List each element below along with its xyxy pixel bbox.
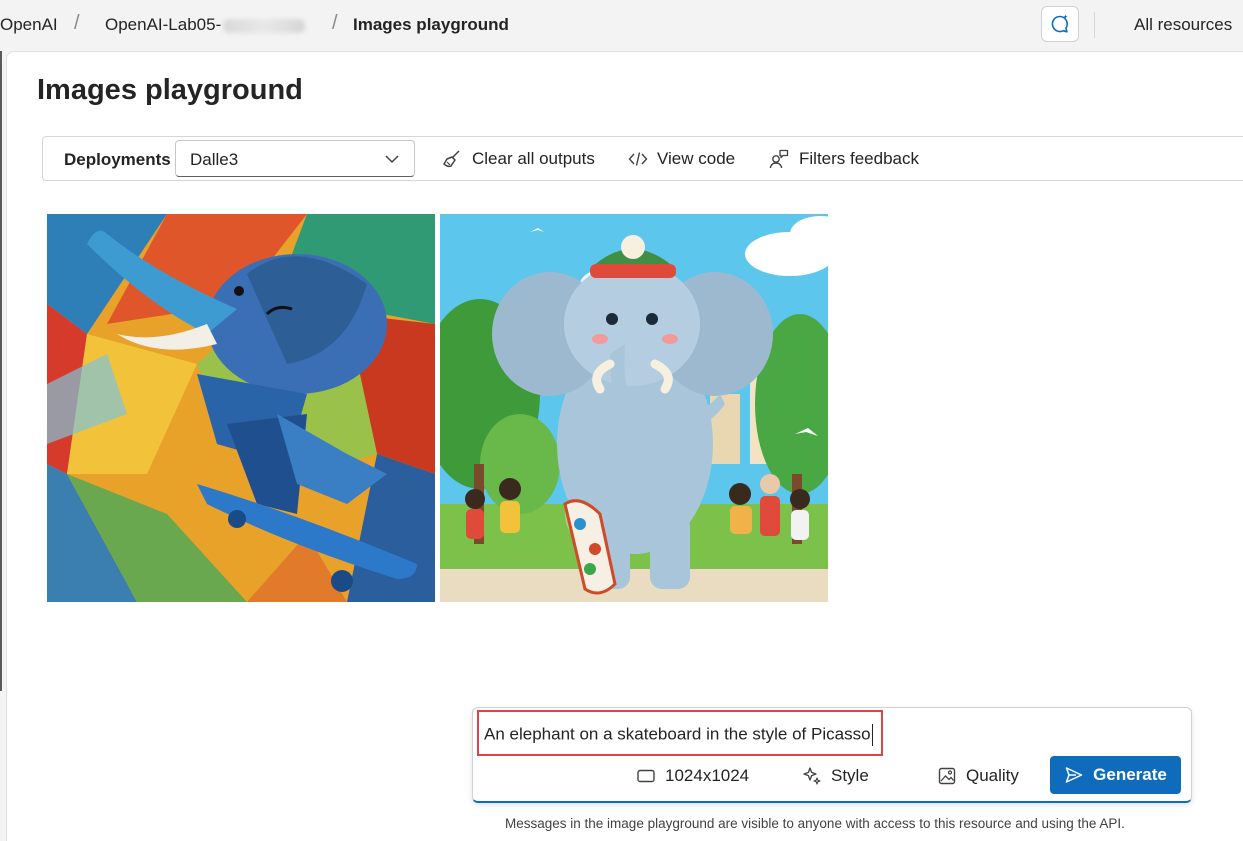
size-option-label: 1024x1024 [665, 766, 750, 785]
quality-option-button[interactable]: Quality [937, 766, 1019, 786]
prompt-input[interactable]: An elephant on a skateboard in the style… [477, 710, 883, 756]
view-code-button[interactable]: View code [628, 147, 735, 171]
breadcrumb-resource[interactable]: OpenAI-Lab05- [105, 15, 306, 35]
quality-option-label: Quality [966, 766, 1019, 785]
breadcrumb-resource-label[interactable]: OpenAI-Lab05- [105, 15, 221, 34]
aspect-ratio-icon [637, 769, 655, 783]
prompt-composer: An elephant on a skateboard in the style… [472, 707, 1192, 803]
copilot-chat-icon [1051, 14, 1068, 33]
filters-feedback-label: Filters feedback [799, 149, 919, 168]
toolbar: Deployments Dalle3 Clear all outputs Vie… [42, 136, 1243, 181]
image-icon [938, 767, 956, 785]
redacted-text [223, 18, 306, 33]
clear-outputs-label: Clear all outputs [472, 149, 595, 168]
breadcrumb-root[interactable]: OpenAI [0, 15, 58, 35]
all-resources-link[interactable]: All resources [1134, 15, 1232, 35]
picasso-elephant-image [47, 214, 435, 602]
chevron-down-icon [385, 155, 399, 164]
breadcrumb-current: Images playground [353, 15, 509, 34]
deployment-select-value: Dalle3 [190, 150, 239, 169]
size-option-button[interactable]: 1024x1024 [636, 766, 749, 786]
header-divider [1094, 12, 1095, 38]
generate-button[interactable]: Generate [1050, 756, 1181, 794]
generated-image-picasso[interactable] [47, 214, 435, 602]
view-code-label: View code [657, 149, 736, 168]
feedback-people-icon [769, 149, 789, 169]
deployments-label: Deployments [64, 150, 171, 169]
deployment-select[interactable]: Dalle3 [175, 140, 415, 177]
generate-label: Generate [1093, 765, 1167, 784]
generated-image-cartoon[interactable] [440, 214, 828, 602]
breadcrumb-separator: / [74, 12, 80, 34]
window-edge [0, 51, 2, 691]
text-caret [871, 724, 873, 746]
page-title: Images playground [37, 74, 303, 106]
breadcrumb-separator: / [332, 12, 338, 34]
filters-feedback-button[interactable]: Filters feedback [768, 147, 919, 171]
sparkle-icon [803, 767, 821, 785]
style-option-label: Style [831, 766, 869, 785]
privacy-note: Messages in the image playground are vis… [505, 816, 1125, 831]
send-icon [1065, 767, 1083, 783]
code-icon [628, 152, 648, 166]
cartoon-elephant-image [440, 214, 828, 602]
copilot-button[interactable] [1041, 6, 1079, 42]
broom-icon [443, 150, 460, 168]
top-bar: OpenAI / OpenAI-Lab05- / Images playgrou… [0, 0, 1243, 50]
clear-outputs-button[interactable]: Clear all outputs [441, 147, 595, 171]
style-option-button[interactable]: Style [802, 766, 869, 786]
prompt-text: An elephant on a skateboard in the style… [484, 724, 871, 744]
